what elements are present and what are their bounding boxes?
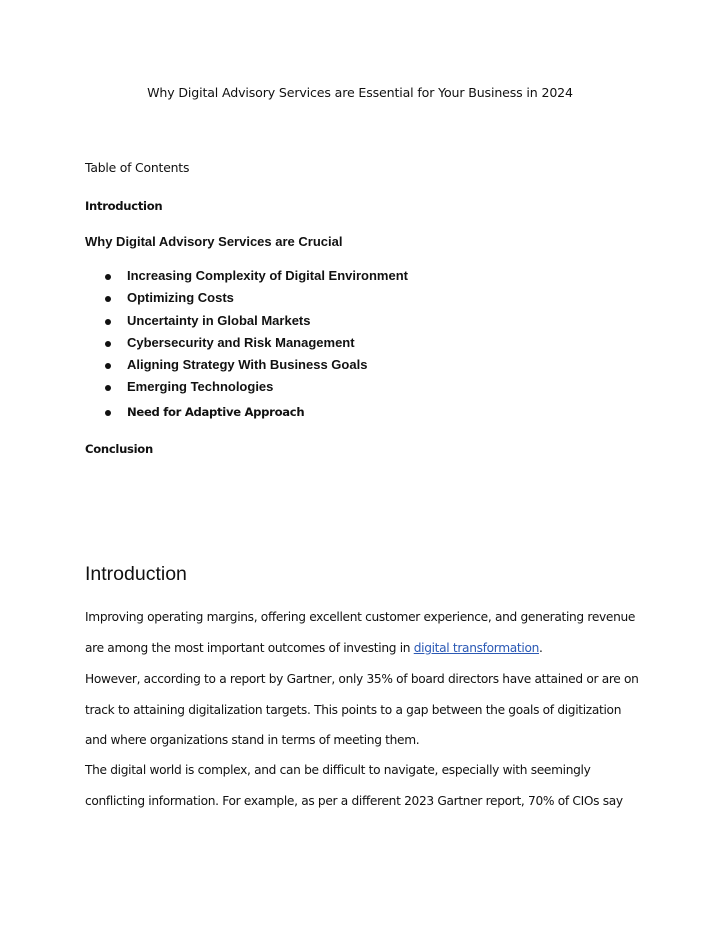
toc-subitem-complexity[interactable]: Increasing Complexity of Digital Environ… <box>100 268 408 290</box>
toc-subitem-aligning-strategy[interactable]: Aligning Strategy With Business Goals <box>100 357 408 379</box>
bullet-icon <box>105 318 111 325</box>
toc-subitem-emerging-tech[interactable]: Emerging Technologies <box>100 379 408 401</box>
introduction-paragraph-1: Improving operating margins, offering ex… <box>85 602 645 663</box>
toc-subitem-cybersecurity[interactable]: Cybersecurity and Risk Management <box>100 335 408 357</box>
paragraph-line: Improving operating margins, offering ex… <box>85 610 636 624</box>
toc-entry-introduction[interactable]: Introduction <box>85 199 163 213</box>
bullet-icon <box>105 274 111 280</box>
bullet-icon <box>105 363 111 370</box>
bullet-icon <box>105 385 111 392</box>
toc-entry-why-crucial[interactable]: Why Digital Advisory Services are Crucia… <box>85 234 342 249</box>
introduction-heading: Introduction <box>85 563 187 585</box>
toc-heading: Table of Contents <box>85 160 190 175</box>
toc-subitem-label: Emerging Technologies <box>127 379 274 395</box>
introduction-paragraph-3: The digital world is complex, and can be… <box>85 755 645 816</box>
paragraph-line: However, according to a report by Gartne… <box>85 672 639 686</box>
paragraph-text: are among the most important outcomes of… <box>85 640 414 655</box>
introduction-paragraph-2: However, according to a report by Gartne… <box>85 664 645 756</box>
bullet-icon <box>105 409 111 416</box>
paragraph-line: The digital world is complex, and can be… <box>85 763 591 777</box>
bullet-icon <box>105 340 111 347</box>
toc-subitem-adaptive-approach[interactable]: Need for Adaptive Approach <box>100 402 408 426</box>
bullet-icon <box>105 296 111 303</box>
toc-subsection-list: Increasing Complexity of Digital Environ… <box>100 268 408 426</box>
toc-subitem-global-markets[interactable]: Uncertainty in Global Markets <box>100 313 408 335</box>
paragraph-line: and where organizations stand in terms o… <box>85 733 420 747</box>
paragraph-line: conflicting information. For example, as… <box>85 793 623 808</box>
toc-subitem-label: Aligning Strategy With Business Goals <box>127 357 368 373</box>
document-title: Why Digital Advisory Services are Essent… <box>147 85 573 100</box>
toc-subitem-label: Cybersecurity and Risk Management <box>127 334 355 350</box>
toc-subitem-label: Need for Adaptive Approach <box>127 404 305 419</box>
toc-entry-conclusion[interactable]: Conclusion <box>85 442 153 456</box>
toc-subitem-label: Uncertainty in Global Markets <box>127 312 311 328</box>
paragraph-line: track to attaining digitalization target… <box>85 702 622 717</box>
toc-subitem-label: Optimizing Costs <box>127 290 234 306</box>
paragraph-line: are among the most important outcomes of… <box>85 633 645 664</box>
toc-subitem-costs[interactable]: Optimizing Costs <box>100 290 408 312</box>
digital-transformation-link[interactable]: digital transformation <box>414 641 540 655</box>
paragraph-text: . <box>539 640 543 655</box>
toc-subitem-label: Increasing Complexity of Digital Environ… <box>127 268 408 283</box>
document-page: Why Digital Advisory Services are Essent… <box>0 0 720 931</box>
